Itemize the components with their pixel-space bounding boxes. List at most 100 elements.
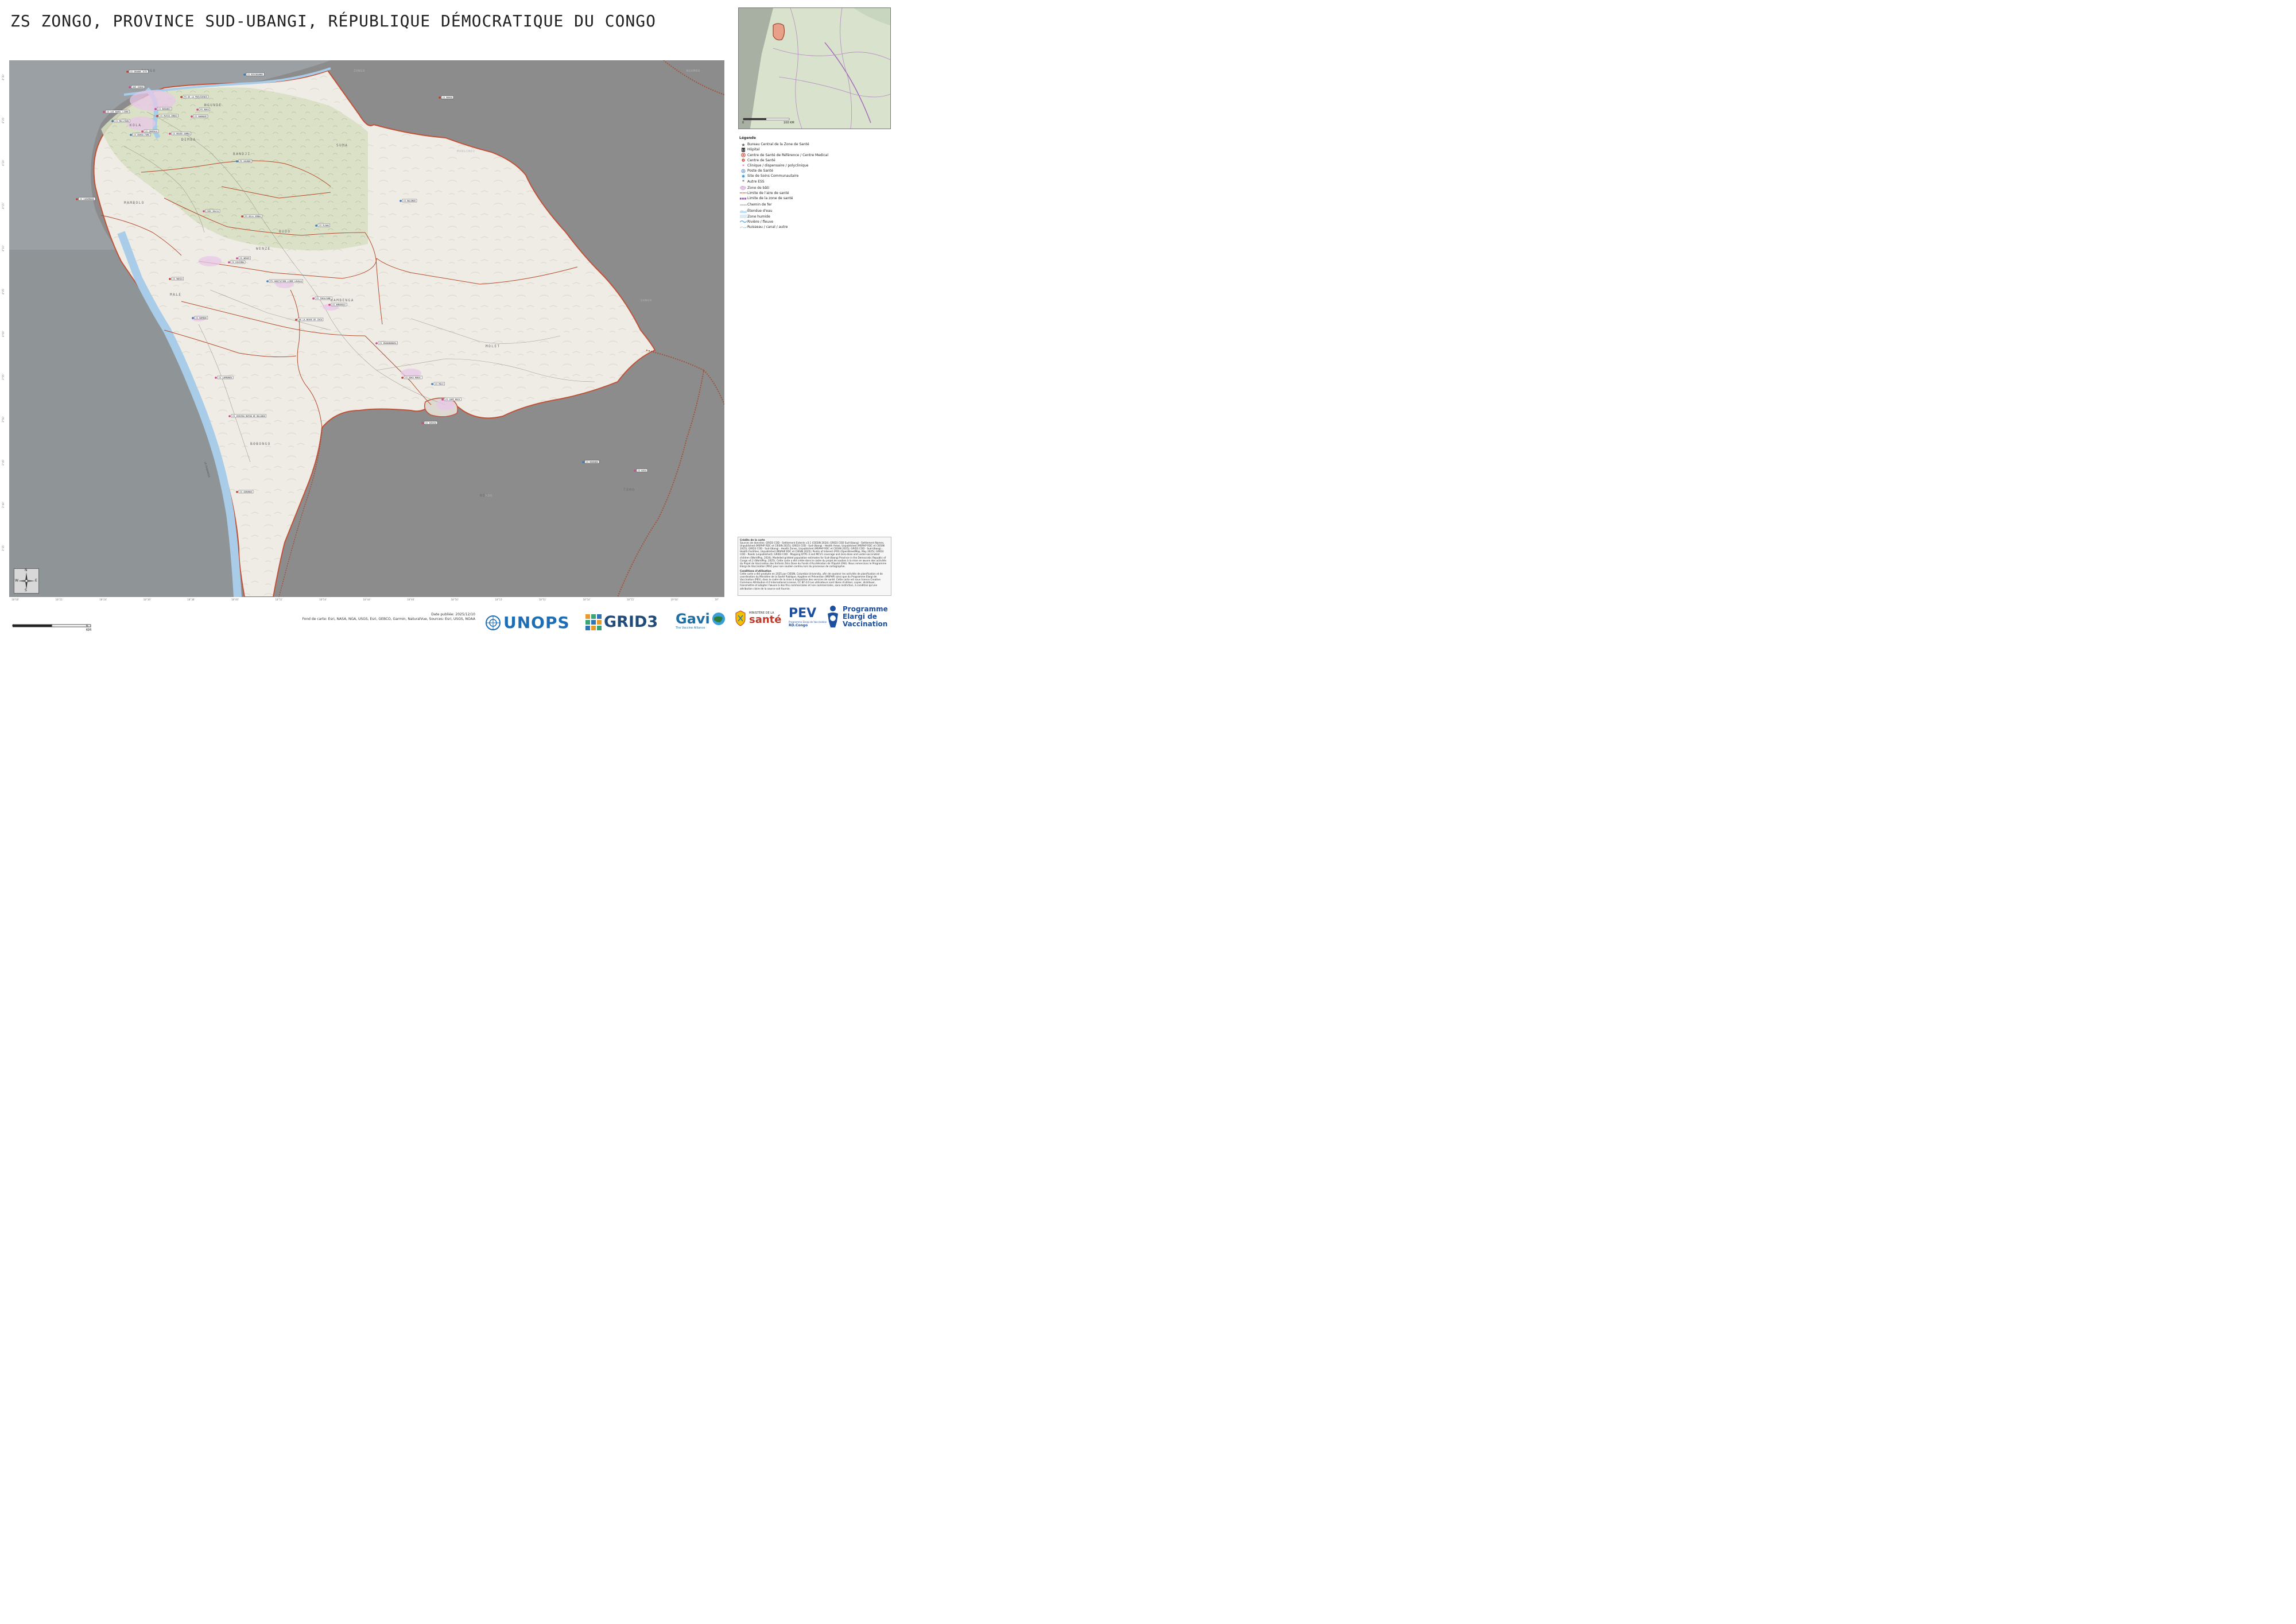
coat-of-arms-icon — [735, 610, 746, 626]
facility-dot — [111, 120, 114, 122]
facility-label: CS DOKO MONIC — [405, 377, 421, 379]
latitude-label: 3°50' — [2, 416, 5, 423]
legend-symbol — [739, 185, 747, 190]
facility-dot — [312, 297, 315, 300]
facility-marker[interactable]: CS CAMP MOCO — [441, 397, 461, 401]
scale-label-0: 0 — [12, 624, 14, 628]
legend-label: Zone de bâti — [747, 185, 770, 190]
facility-dot — [375, 342, 378, 344]
longitude-label: 18°44' — [363, 598, 371, 601]
facility-dot — [169, 133, 171, 135]
legend-item: Limite de l'aire de santé — [739, 191, 889, 196]
facility-label: CS WENZE — [240, 257, 250, 259]
facility-marker[interactable]: DE LA NEUVE DE ZOCO — [295, 317, 324, 321]
programme-line-3: Vaccination — [843, 619, 888, 628]
north-arrow: N S E W — [14, 568, 39, 594]
latitude-label: 3°35' — [2, 545, 5, 551]
latitude-label: 4°15' — [2, 202, 5, 209]
facility-marker[interactable]: CS RUSSO-ZONGO — [156, 114, 179, 118]
legend-symbol — [739, 174, 747, 179]
facility-label: PS BOKO — [200, 108, 209, 111]
main-map[interactable]: NGUNDE BANDJI KOLA MAMBOLO WENZE BAMBENGA MOLE… — [9, 60, 724, 597]
area-label: NGUNDE — [204, 103, 222, 107]
facility-dot — [241, 215, 243, 218]
facility-label: DE LA NEUVE DE ZOCO — [299, 319, 322, 321]
south-letter: S — [25, 588, 27, 592]
legend-item: ★ Bureau Central de la Zone de Santé — [739, 142, 889, 147]
facility-dot — [203, 210, 205, 212]
north-letter: N — [25, 568, 28, 572]
facility-label: CS LAMBONGO — [219, 377, 232, 379]
facility-marker[interactable]: CS JENIEKA BOPAN DE BOLANGO — [228, 414, 266, 418]
legend-symbol: * — [739, 164, 747, 168]
cross-circle-icon — [741, 153, 746, 157]
legend-item: Limite de la zone de santé — [739, 196, 889, 201]
facility-dot — [236, 160, 238, 162]
legend-symbol — [739, 153, 747, 157]
legend-label: Bureau Central de la Zone de Santé — [747, 142, 809, 147]
cross-icon — [742, 158, 745, 162]
legend-label: Étendue d'eau — [747, 209, 773, 214]
facility-label: CS BIRINGANDO — [247, 73, 263, 76]
area-label: BUDO — [279, 230, 290, 234]
facility-label: CS BALONGO — [404, 200, 416, 202]
facility-label: CS AMBOKOLE — [332, 304, 346, 306]
facility-label: CS BONGO — [443, 96, 452, 99]
facility-dot — [328, 304, 331, 306]
facility-dot — [154, 108, 157, 110]
facility-dot — [634, 470, 636, 472]
legend-symbol: H — [739, 148, 747, 152]
publish-date: Date publiée: 2025/12/10 — [431, 613, 475, 617]
legend-label: Limite de l'aire de santé — [747, 191, 789, 195]
facility-dot — [295, 319, 297, 321]
latitude-label: 4°10' — [2, 245, 5, 252]
svg-text:*: * — [742, 164, 744, 168]
longitude-label: 18°00' — [11, 598, 20, 601]
facility-marker[interactable]: PS DE LA PROVIDENCE — [180, 95, 209, 99]
area-label: SUMA — [336, 144, 348, 148]
facility-dot — [141, 130, 144, 133]
facility-dot — [169, 278, 171, 280]
longitude-label: 18°24' — [99, 598, 107, 601]
legend: Légende ★ Bureau Central de la Zone de Sa… — [739, 135, 889, 230]
legend-symbol — [739, 214, 747, 219]
facility-dot — [582, 461, 584, 463]
area-label: DIMBA — [181, 138, 196, 142]
facility-marker[interactable]: CS AMBOKOLE — [328, 303, 347, 307]
longitude-label: 18°40' — [231, 598, 239, 601]
facility-label: CS ELAWA — [319, 224, 329, 227]
conditions-text: Cette carte a été produite en 2025 par C… — [740, 572, 883, 590]
area-label: WENZE — [256, 247, 271, 251]
facility-label: CS CABOMBOKO — [80, 198, 94, 200]
longitude-label: 18°54' — [319, 598, 327, 601]
facility-marker[interactable]: CS BIRINGANDO — [243, 72, 265, 76]
gavi-subtitle: The Vaccine Alliance — [676, 626, 705, 630]
facility-marker[interactable]: CS CABOMBOKO — [76, 197, 96, 201]
facility-marker[interactable]: PS DELA SENDA — [241, 214, 262, 218]
legend-symbol — [739, 191, 747, 195]
legend-item: Site de Soins Communautaire — [739, 173, 889, 179]
facility-marker[interactable]: CS MOLLYDON — [111, 119, 130, 123]
legend-item: Zone de bâti — [739, 185, 889, 191]
legend-item: Centre de Santé de Référence / Centre Me… — [739, 153, 889, 158]
facility-marker[interactable]: CS DUNGU-FAMA — [130, 133, 151, 137]
inset-map[interactable]: 0 100 KM — [738, 7, 891, 129]
legend-symbol: * — [739, 179, 747, 184]
facility-marker[interactable]: CS IBONGBOBORA — [375, 341, 398, 345]
facility-marker[interactable]: CS LOS BAREL LIBRE — [103, 110, 130, 114]
stream-icon — [740, 226, 747, 228]
facility-marker[interactable]: CS LAMBONGO — [215, 375, 234, 379]
facility-marker[interactable]: CS GRANDE ISTE — [126, 69, 149, 73]
facility-marker[interactable]: CS BOUDO SAMBA — [169, 131, 191, 135]
facility-marker[interactable]: CS TOKALIANE — [312, 296, 332, 300]
wetland-swatch — [740, 215, 747, 219]
programme-logo: Programme Elargi de Vaccination — [825, 604, 888, 629]
facility-label: CS BOBANGI — [158, 108, 170, 110]
facility-marker[interactable]: PS GABITATION LIBRE LOUALA — [266, 279, 303, 283]
basemap-credit: Fond de carte: Esri, NASA, NGA, USGS, Es… — [302, 617, 475, 621]
facility-label: CS ZURUVA — [425, 422, 437, 424]
longitude-label: 18°51' — [275, 598, 283, 601]
facility-dot — [228, 415, 231, 417]
facility-dot — [439, 96, 441, 99]
facility-marker[interactable]: CS DOKO MONIC — [401, 375, 422, 379]
